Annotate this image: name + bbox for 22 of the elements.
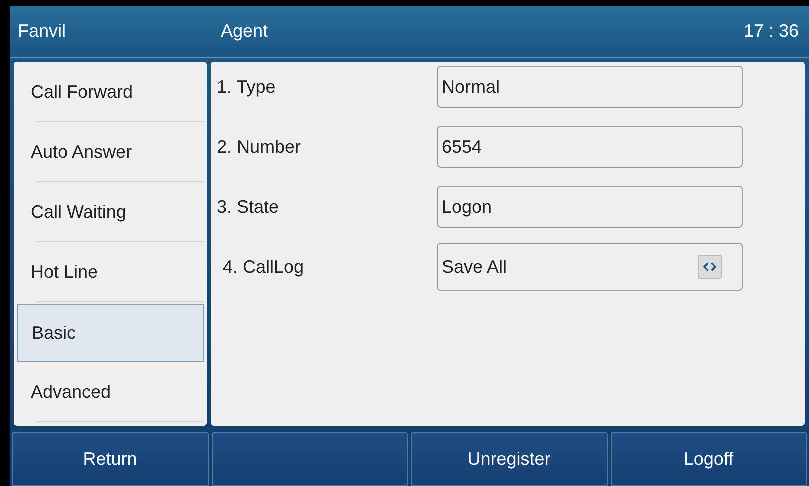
sidebar-item[interactable]: Advanced	[17, 364, 204, 421]
input-field[interactable]: Normal	[437, 66, 743, 108]
select-value: Save All	[442, 256, 508, 278]
sidebar-item[interactable]: Auto Answer	[17, 124, 204, 181]
input-field[interactable]: 6554	[437, 126, 743, 168]
select-field[interactable]: Save All	[437, 243, 743, 291]
sidebar-item[interactable]: Call Waiting	[17, 184, 204, 241]
sidebar-item[interactable]: Basic	[17, 304, 204, 362]
softkey-button[interactable]: Return	[12, 432, 208, 486]
field-label: 2. Number	[217, 136, 302, 158]
sidebar-item[interactable]: Hot Line	[17, 244, 204, 301]
field-label: 3. State	[217, 196, 280, 218]
softkey-button[interactable]: Logoff	[610, 432, 807, 486]
screen-title: Agent	[221, 20, 270, 43]
brand-label: Fanvil	[18, 20, 68, 43]
input-field[interactable]: Logon	[437, 186, 743, 228]
softkey-button[interactable]: Unregister	[411, 432, 608, 486]
left-right-arrows-icon[interactable]	[698, 255, 722, 279]
field-label: 4. CallLog	[222, 256, 306, 279]
field-label: 1. Type	[217, 76, 277, 99]
sidebar-item[interactable]: Call Forward	[17, 64, 204, 121]
clock-time: 17 : 36	[744, 20, 800, 43]
